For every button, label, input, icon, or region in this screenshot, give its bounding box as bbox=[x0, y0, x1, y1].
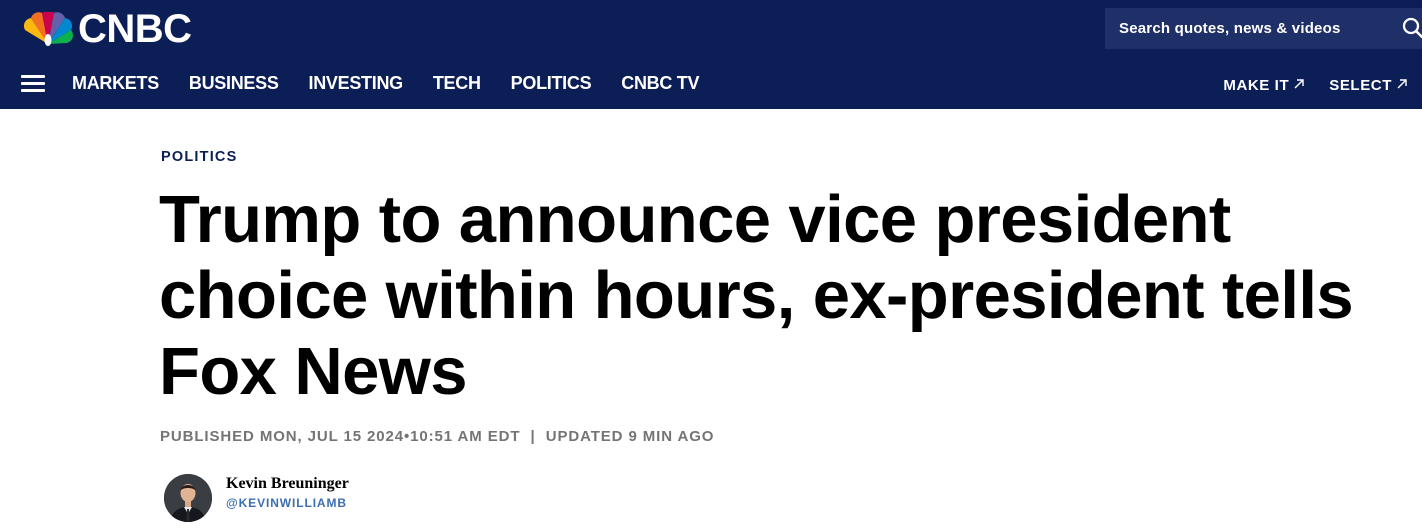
external-links: MAKE IT SELECT bbox=[1199, 62, 1408, 108]
peacock-icon bbox=[23, 12, 73, 46]
site-header: CNBC Search quotes, news & videos MARKET… bbox=[0, 0, 1422, 109]
author-twitter-handle[interactable]: @KEVINWILLIAMB bbox=[226, 496, 349, 510]
author-avatar[interactable] bbox=[164, 474, 212, 522]
select-label: SELECT bbox=[1329, 76, 1392, 94]
nav-item-business[interactable]: BUSINESS bbox=[189, 73, 279, 94]
nav-links: MARKETS BUSINESS INVESTING TECH POLITICS… bbox=[72, 62, 729, 104]
make-it-link[interactable]: MAKE IT bbox=[1223, 77, 1305, 94]
nav-item-tech[interactable]: TECH bbox=[433, 73, 481, 94]
external-arrow-icon bbox=[1397, 79, 1407, 89]
article-timestamp: PUBLISHED MON, JUL 15 2024•10:51 AM EDT … bbox=[160, 428, 714, 445]
nav-item-politics[interactable]: POLITICS bbox=[511, 73, 592, 94]
make-it-label: MAKE IT bbox=[1223, 76, 1290, 94]
updated-time: UPDATED 9 MIN AGO bbox=[545, 428, 715, 445]
author-name[interactable]: Kevin Breuninger bbox=[226, 475, 349, 493]
cnbc-logo[interactable]: CNBC bbox=[21, 9, 192, 49]
external-arrow-icon bbox=[1294, 79, 1304, 89]
timestamp-separator: | bbox=[530, 428, 536, 445]
select-link[interactable]: SELECT bbox=[1329, 77, 1408, 94]
search-input[interactable]: Search quotes, news & videos bbox=[1105, 8, 1422, 49]
nav-item-cnbc-tv[interactable]: CNBC TV bbox=[621, 73, 699, 94]
article-headline: Trump to announce vice president choice … bbox=[159, 182, 1354, 409]
author-byline: Kevin Breuninger @KEVINWILLIAMB bbox=[164, 474, 349, 526]
logo-wordmark: CNBC bbox=[78, 7, 192, 51]
nav-item-investing[interactable]: INVESTING bbox=[309, 73, 404, 94]
section-label-politics[interactable]: POLITICS bbox=[161, 149, 237, 165]
main-nav: MARKETS BUSINESS INVESTING TECH POLITICS… bbox=[0, 62, 1422, 104]
search-placeholder: Search quotes, news & videos bbox=[1119, 20, 1341, 37]
search-icon[interactable] bbox=[1402, 17, 1422, 39]
nav-item-markets[interactable]: MARKETS bbox=[72, 73, 159, 94]
hamburger-menu-icon[interactable] bbox=[21, 73, 45, 93]
author-text: Kevin Breuninger @KEVINWILLIAMB bbox=[226, 475, 349, 526]
author-photo bbox=[164, 474, 212, 522]
published-time: PUBLISHED MON, JUL 15 2024•10:51 AM EDT bbox=[160, 428, 521, 445]
